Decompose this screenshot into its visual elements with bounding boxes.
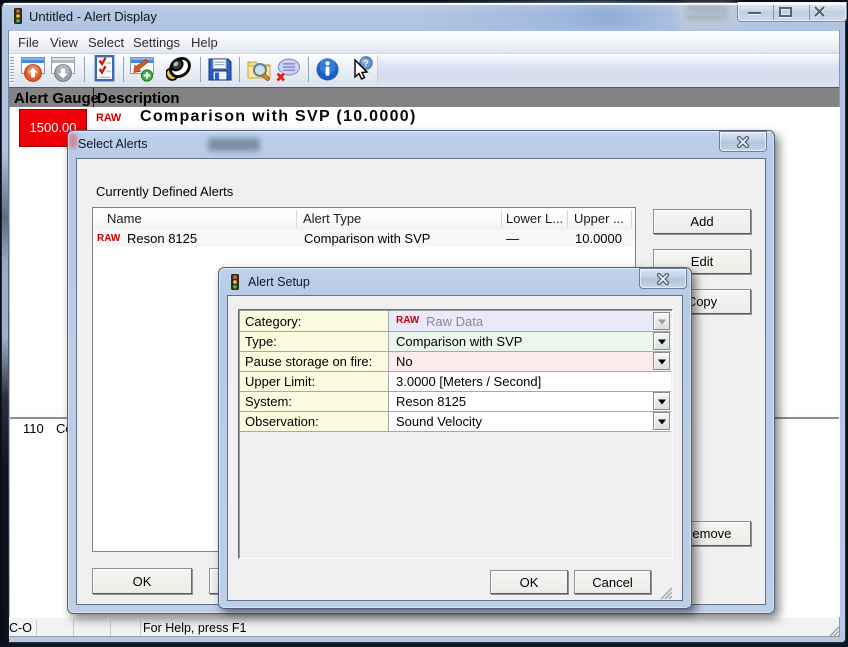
svg-text:?: ? [363,59,369,70]
